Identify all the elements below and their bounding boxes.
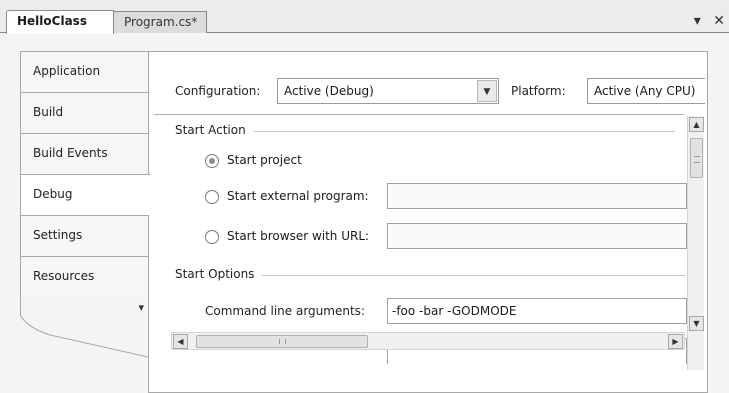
document-tab-strip: HelloClass Program.cs* ▾ ✕ — [0, 0, 729, 34]
external-program-field[interactable] — [387, 183, 687, 209]
close-icon[interactable]: ✕ — [713, 13, 725, 29]
sidebar-curve — [20, 297, 149, 358]
scroll-down-icon[interactable]: ▼ — [689, 316, 704, 331]
start-project-label: Start project — [227, 153, 302, 167]
vertical-scrollbar[interactable]: ▲ ▼ — [687, 116, 704, 370]
horizontal-scroll-thumb[interactable] — [196, 335, 368, 348]
properties-sidebar: Application Build Build Events Debug Set… — [20, 51, 150, 359]
command-line-arguments-field[interactable]: -foo -bar -GODMODE — [387, 298, 687, 324]
configuration-dropdown[interactable]: Active (Debug) ▼ — [277, 78, 499, 104]
sidebar-item-settings[interactable]: Settings — [20, 215, 148, 256]
configuration-label: Configuration: — [175, 84, 261, 98]
start-browser-url-label: Start browser with URL: — [227, 229, 370, 243]
sidebar-item-build[interactable]: Build — [20, 92, 148, 133]
start-browser-url-radio[interactable] — [205, 230, 219, 244]
vertical-scroll-thumb[interactable] — [690, 138, 703, 178]
tab-helloclass[interactable]: HelloClass — [6, 10, 114, 34]
horizontal-scrollbar[interactable]: ◀ ▶ — [171, 332, 685, 350]
start-external-program-label: Start external program: — [227, 189, 369, 203]
scroll-left-icon[interactable]: ◀ — [173, 334, 188, 349]
configuration-value: Active (Debug) — [284, 84, 374, 98]
debug-settings-page: Configuration: Active (Debug) ▼ Platform… — [148, 51, 708, 393]
sidebar-item-label: Settings — [33, 228, 83, 242]
platform-value: Active (Any CPU) — [594, 84, 696, 98]
sidebar-item-resources[interactable]: Resources — [20, 256, 148, 297]
sidebar-item-label: Build — [33, 105, 64, 119]
tab-program-cs[interactable]: Program.cs* — [113, 11, 207, 33]
platform-label: Platform: — [511, 84, 566, 98]
scroll-up-icon[interactable]: ▲ — [689, 117, 704, 132]
project-properties-panel: Application Build Build Events Debug Set… — [0, 33, 729, 393]
start-options-heading: Start Options — [175, 267, 263, 281]
chevron-down-icon[interactable]: ▼ — [477, 80, 497, 102]
platform-dropdown[interactable]: Active (Any CPU) — [587, 78, 705, 104]
sidebar-footer: ▾ — [20, 297, 149, 359]
start-project-radio[interactable] — [205, 154, 219, 168]
sidebar-item-label: Debug — [33, 187, 73, 201]
start-external-program-radio[interactable] — [205, 190, 219, 204]
configuration-row: Configuration: Active (Debug) ▼ Platform… — [175, 78, 715, 104]
chevron-down-icon[interactable]: ▾ — [694, 13, 701, 29]
scroll-right-icon[interactable]: ▶ — [668, 334, 683, 349]
start-action-heading: Start Action — [175, 123, 254, 137]
sidebar-item-application[interactable]: Application — [20, 51, 148, 92]
settings-scroll-area[interactable]: Start Action Start project Start externa… — [149, 116, 707, 370]
command-line-arguments-label: Command line arguments: — [205, 304, 365, 318]
sidebar-overflow-icon[interactable]: ▾ — [138, 301, 144, 314]
browser-url-field[interactable] — [387, 223, 687, 249]
sidebar-item-build-events[interactable]: Build Events — [20, 133, 148, 174]
sidebar-item-label: Resources — [33, 269, 95, 283]
divider — [154, 114, 684, 115]
sidebar-item-label: Build Events — [33, 146, 108, 160]
window-controls: ▾ ✕ — [686, 13, 725, 29]
sidebar-item-debug[interactable]: Debug — [20, 174, 150, 215]
sidebar-item-label: Application — [33, 64, 101, 78]
